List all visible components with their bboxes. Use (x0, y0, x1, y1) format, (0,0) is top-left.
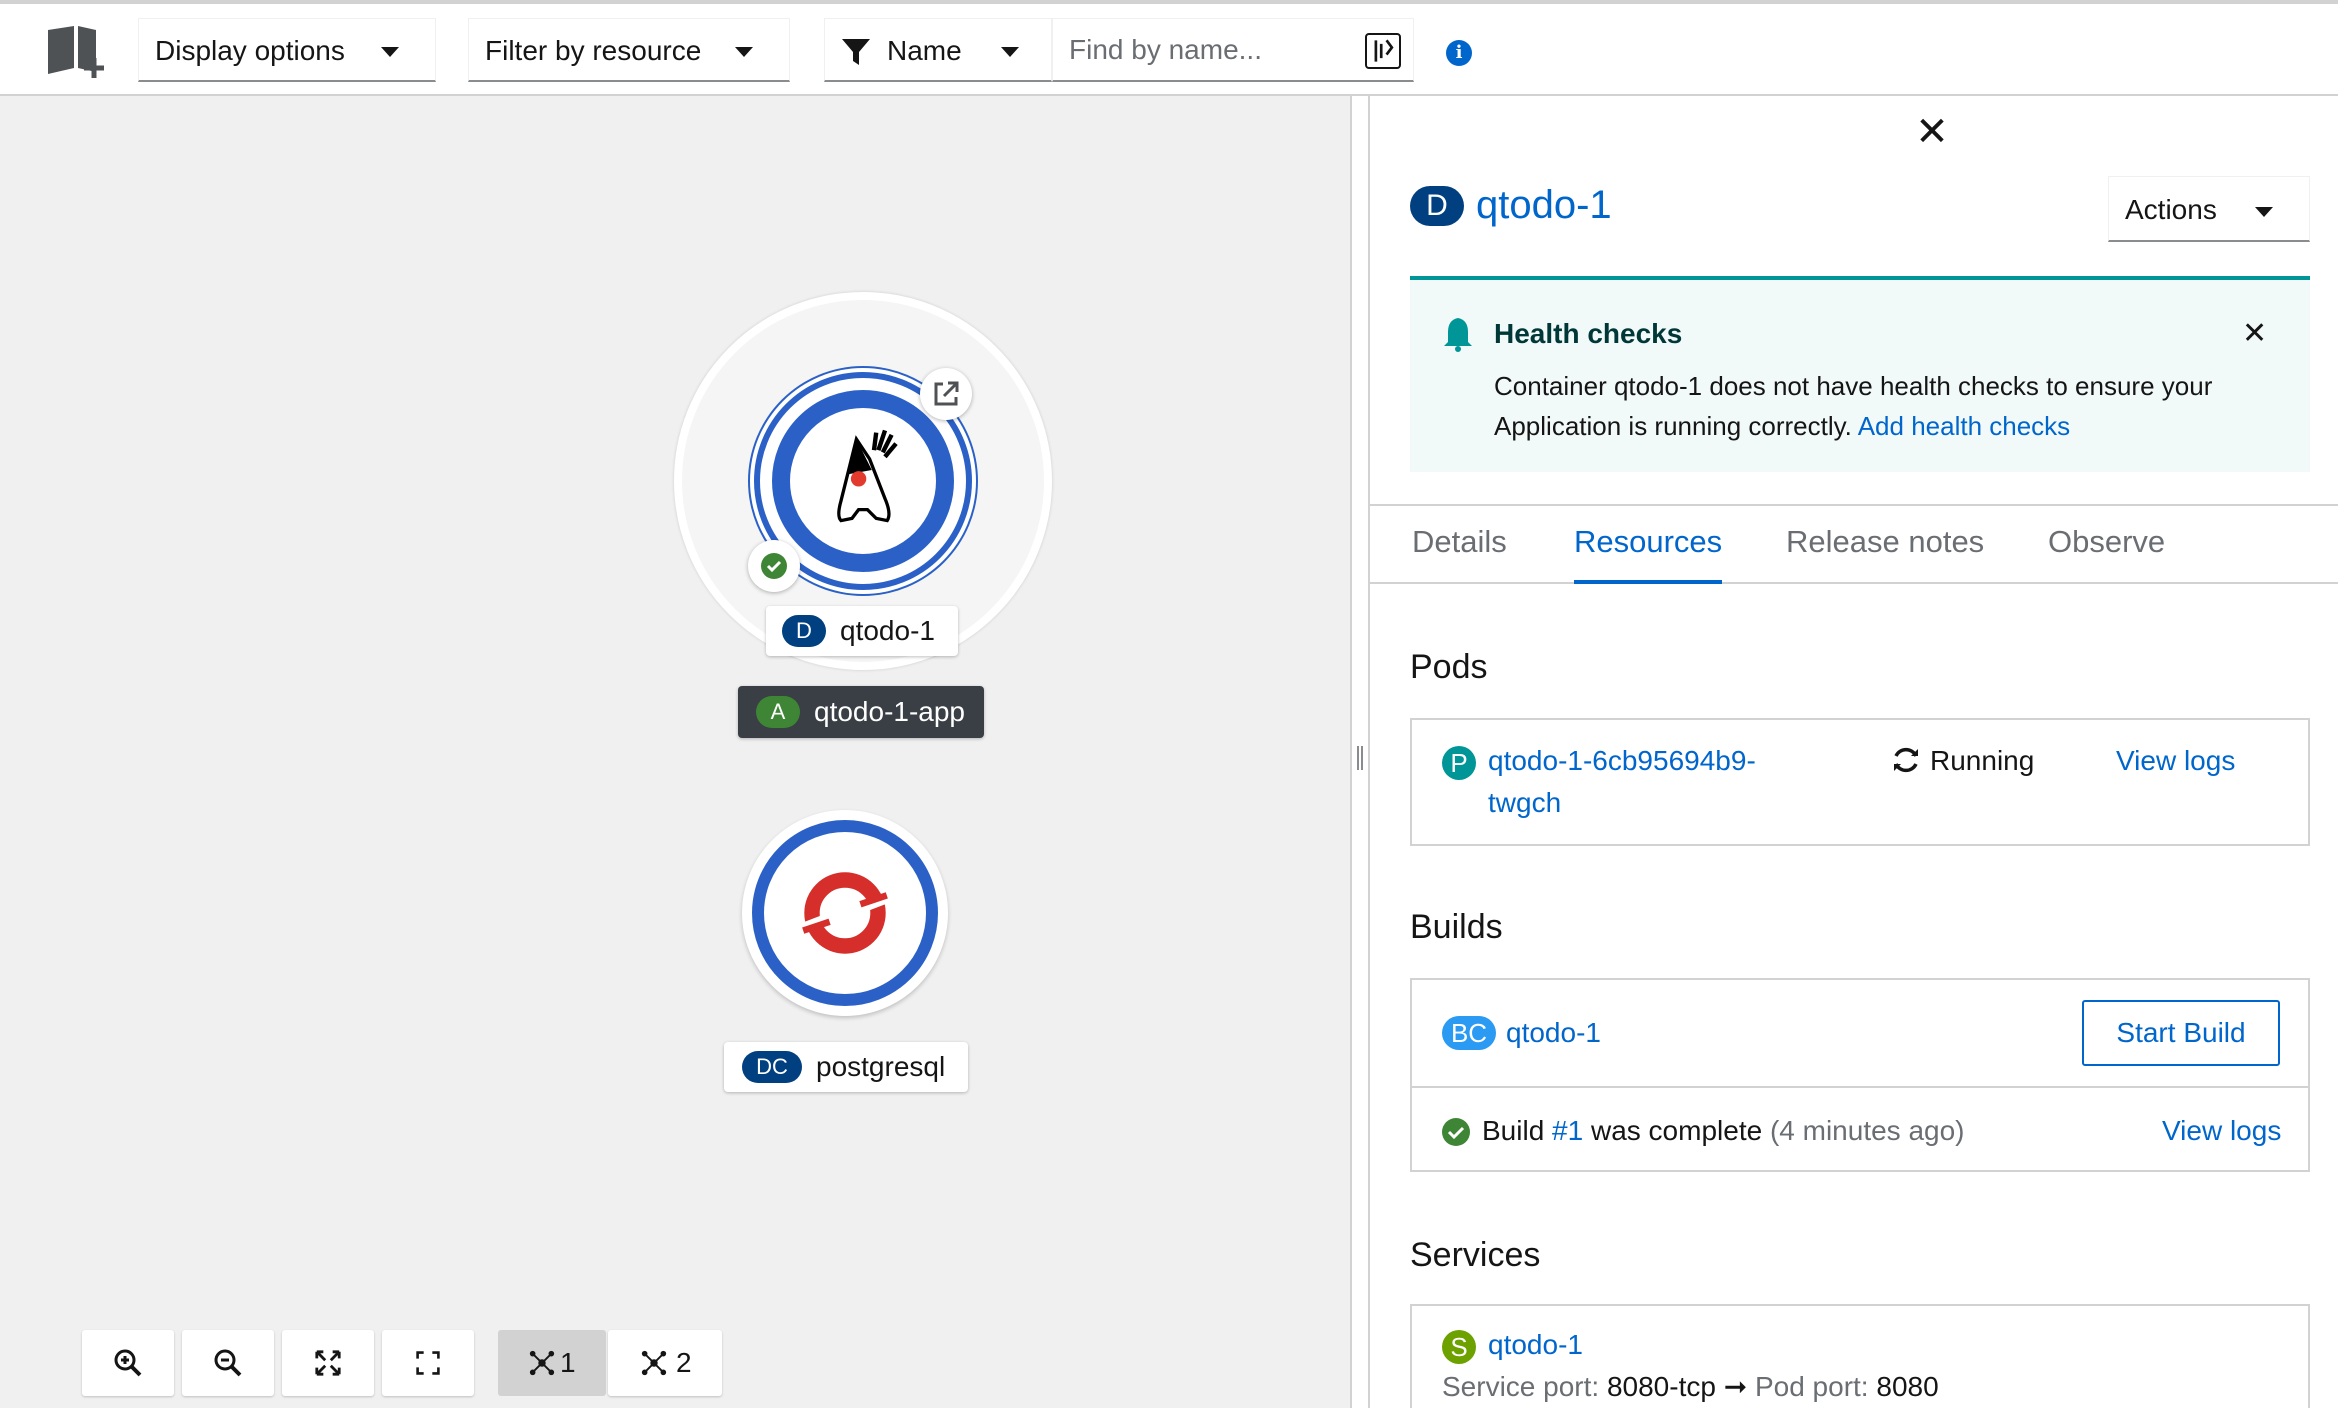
node-name: qtodo-1 (840, 615, 935, 646)
alert-title: Health checks (1494, 318, 1683, 349)
layout-1-label: 1 (560, 1347, 576, 1378)
node-label-qtodo-1[interactable]: Dqtodo-1 (766, 606, 958, 656)
search-field (1052, 18, 1414, 82)
tab-observe[interactable]: Observe (2048, 524, 2165, 584)
deployment-config-badge: DC (742, 1050, 802, 1083)
pod-port-label: Pod port: (1754, 1371, 1869, 1402)
check-circle-icon (1442, 1118, 1470, 1146)
java-duke-icon (837, 429, 898, 523)
service-badge: S (1442, 1330, 1476, 1364)
alert-message-text: Container qtodo-1 does not have health c… (1494, 371, 2213, 441)
build-config-link[interactable]: qtodo-1 (1506, 1012, 1601, 1054)
reset-view-button[interactable] (382, 1330, 474, 1396)
pod-view-logs-link[interactable]: View logs (2116, 740, 2235, 782)
topology-canvas[interactable] (0, 96, 1350, 1408)
close-panel-button[interactable]: ✕ (1912, 112, 1952, 152)
display-options-dropdown[interactable]: Display options (138, 18, 436, 82)
reset-view-icon (416, 1351, 440, 1375)
deployment-badge: D (782, 614, 826, 647)
build-number-link[interactable]: #1 (1552, 1115, 1583, 1146)
caret-down-icon (381, 47, 399, 57)
quick-search-icon[interactable] (1365, 33, 1401, 69)
zoom-out-icon (214, 1349, 242, 1377)
builds-heading: Builds (1410, 908, 1503, 946)
openshift-icon (802, 872, 888, 954)
topology-layout-icon (641, 1350, 667, 1376)
service-ports: Service port: 8080-tcp ➞ Pod port: 8080 (1442, 1366, 1939, 1408)
layout-2-label: 2 (676, 1347, 692, 1378)
application-label[interactable]: Aqtodo-1-app (738, 686, 984, 738)
service-port-value: 8080-tcp (1606, 1371, 1716, 1402)
panel-resize-handle[interactable] (1350, 96, 1370, 1408)
actions-dropdown[interactable]: Actions (2108, 176, 2310, 242)
pod-status: Running (1930, 745, 2035, 776)
services-heading: Services (1410, 1236, 1541, 1274)
tab-release-notes[interactable]: Release notes (1786, 524, 1984, 584)
build-time: (4 minutes ago) (1769, 1115, 1965, 1146)
pod-port-value: 8080 (1876, 1371, 1939, 1402)
node-name: postgresql (816, 1051, 946, 1082)
build-status-decorator[interactable] (748, 540, 800, 592)
filter-type-label: Name (887, 35, 962, 66)
bell-icon (1444, 318, 1472, 352)
service-name-link[interactable]: qtodo-1 (1488, 1324, 1583, 1366)
build-divider (1412, 1086, 2308, 1088)
start-build-button[interactable]: Start Build (2082, 1000, 2280, 1066)
add-health-checks-link[interactable]: Add health checks (1858, 411, 2070, 441)
layout-2-button[interactable]: 2 (608, 1330, 722, 1396)
services-card: S qtodo-1 Service port: 8080-tcp ➞ Pod p… (1410, 1304, 2310, 1408)
build-config-badge: BC (1442, 1016, 1496, 1050)
topology-toolbar: Display options Filter by resource Name … (0, 0, 2338, 96)
arrow-right-icon: ➞ (1723, 1371, 1748, 1402)
caret-down-icon (735, 47, 753, 57)
fit-to-screen-icon (315, 1350, 341, 1376)
postgresql-node[interactable] (742, 810, 948, 1016)
tab-resources[interactable]: Resources (1574, 524, 1723, 584)
tab-details[interactable]: Details (1412, 524, 1507, 584)
actions-label: Actions (2125, 194, 2217, 225)
zoom-in-icon (114, 1349, 142, 1377)
node-ring (772, 390, 954, 572)
add-to-project-icon[interactable] (44, 24, 110, 80)
panel-title[interactable]: qtodo-1 (1476, 178, 1612, 232)
node-ring (752, 820, 938, 1006)
topology-layout-icon (529, 1350, 555, 1376)
sync-icon (1894, 747, 1918, 773)
caret-down-icon (1001, 47, 1019, 57)
check-circle-icon (761, 553, 787, 579)
health-checks-alert: Health checks Container qtodo-1 does not… (1410, 276, 2310, 472)
open-url-icon[interactable] (920, 368, 972, 420)
filter-type-dropdown[interactable]: Name (824, 18, 1052, 82)
pods-card: P qtodo-1-6cb95694b9-twgch Running View … (1410, 718, 2310, 846)
node-label-postgresql[interactable]: DC postgresql (724, 1042, 968, 1092)
search-input[interactable] (1067, 27, 1367, 73)
application-name: qtodo-1-app (814, 696, 966, 727)
close-alert-button[interactable]: ✕ (2242, 316, 2267, 351)
display-options-label: Display options (155, 35, 345, 66)
zoom-out-button[interactable] (182, 1330, 274, 1396)
build-status-text: was complete (1590, 1115, 1763, 1146)
build-view-logs-link[interactable]: View logs (2162, 1110, 2281, 1152)
fit-to-screen-button[interactable] (282, 1330, 374, 1396)
deployment-badge: D (1410, 186, 1464, 226)
caret-down-icon (2255, 207, 2273, 217)
pod-badge: P (1442, 746, 1476, 780)
filter-by-resource-label: Filter by resource (485, 35, 702, 66)
alert-message: Container qtodo-1 does not have health c… (1494, 366, 2234, 446)
application-badge: A (756, 695, 800, 728)
build-status-line: Build #1 was complete (4 minutes ago) (1482, 1110, 1965, 1152)
zoom-in-button[interactable] (82, 1330, 174, 1396)
filter-icon (842, 39, 870, 65)
service-port-label: Service port: (1442, 1371, 1600, 1402)
layout-1-button[interactable]: 1 (498, 1330, 606, 1396)
filter-by-resource-dropdown[interactable]: Filter by resource (468, 18, 790, 82)
pods-heading: Pods (1410, 648, 1488, 686)
build-prefix: Build (1482, 1115, 1545, 1146)
drag-handle-icon (1357, 746, 1363, 770)
builds-card: BC qtodo-1 Start Build Build #1 was comp… (1410, 978, 2310, 1172)
panel-tabs: Details Resources Release notes Observe (1370, 506, 2338, 584)
pod-name-link[interactable]: qtodo-1-6cb95694b9-twgch (1488, 740, 1818, 824)
info-icon[interactable]: i (1446, 40, 1472, 66)
